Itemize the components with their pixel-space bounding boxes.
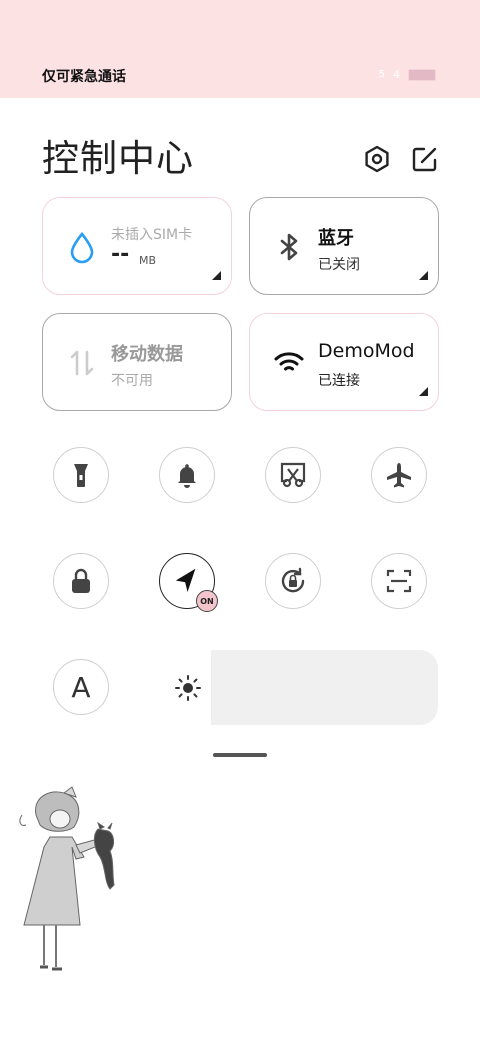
brightness-sun-icon: [175, 675, 201, 701]
expand-corner-icon: [419, 271, 428, 280]
expand-corner-icon: [419, 387, 428, 396]
on-badge: ON: [196, 590, 218, 612]
bell-icon: [178, 464, 196, 488]
rotation-lock-icon: [281, 567, 305, 593]
mobile-data-status: 不可用: [111, 373, 153, 389]
battery-icon: [408, 68, 436, 81]
bluetooth-icon: [280, 233, 298, 261]
mobile-data-card[interactable]: 移动数据 不可用: [42, 313, 232, 411]
rotation-lock-toggle[interactable]: [265, 553, 321, 609]
lock-icon: [72, 568, 90, 593]
screenshot-scissors-icon: [280, 462, 306, 488]
airplane-mode-toggle[interactable]: [371, 447, 427, 503]
location-arrow-icon: [175, 568, 196, 593]
page-title: 控制中心: [42, 137, 194, 180]
wifi-status: 已连接: [318, 373, 360, 389]
status-icons: 5 4: [379, 68, 436, 81]
mobile-data-label: 移动数据: [111, 344, 183, 365]
bluetooth-label: 蓝牙: [318, 228, 354, 249]
carrier-status-text: 仅可紧急通话: [42, 69, 126, 85]
expand-corner-icon: [212, 271, 221, 280]
scan-frame-icon: [386, 569, 412, 593]
sim-status-label: 未插入SIM卡: [111, 227, 193, 243]
font-letter-icon: A: [71, 670, 91, 704]
edit-icon[interactable]: [410, 144, 440, 174]
lock-screen-toggle[interactable]: [53, 553, 109, 609]
brightness-slider[interactable]: [147, 650, 438, 725]
signal-icon-2: 4: [393, 68, 400, 81]
bluetooth-card[interactable]: 蓝牙 已关闭: [249, 197, 439, 295]
water-drop-icon: [70, 231, 94, 264]
ringer-toggle[interactable]: [159, 447, 215, 503]
girl-with-cat-illustration: [19, 786, 115, 971]
signal-icon: 5: [378, 69, 385, 80]
location-toggle[interactable]: ON: [159, 553, 218, 612]
settings-hexagon-icon[interactable]: [362, 144, 392, 174]
wifi-card[interactable]: DemoMod 已连接: [249, 313, 439, 411]
wifi-icon: [274, 352, 304, 371]
screenshot-toggle[interactable]: [265, 447, 321, 503]
flashlight-icon: [74, 464, 88, 487]
airplane-icon: [387, 463, 411, 488]
data-usage-value: --: [111, 242, 130, 267]
wifi-network-label: DemoMod: [318, 340, 415, 362]
status-bar: 仅可紧急通话 5 4: [0, 0, 480, 98]
data-usage-unit: MB: [139, 254, 157, 267]
flashlight-toggle[interactable]: [53, 447, 109, 503]
mobile-data-arrows-icon: [70, 350, 94, 376]
drag-handle[interactable]: [213, 753, 267, 757]
scanner-toggle[interactable]: [371, 553, 427, 609]
font-size-toggle[interactable]: A: [53, 659, 109, 715]
bluetooth-status: 已关闭: [318, 257, 360, 273]
data-usage-card[interactable]: 未插入SIM卡 -- MB: [42, 197, 232, 295]
